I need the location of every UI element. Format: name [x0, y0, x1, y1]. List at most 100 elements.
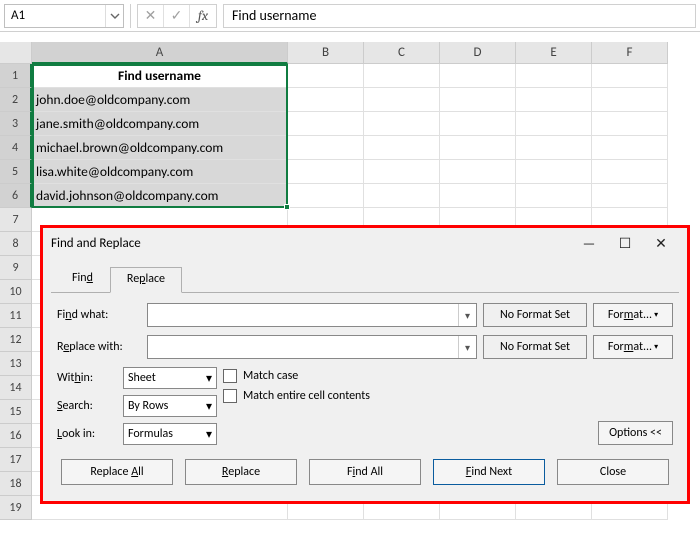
name-box-input[interactable]	[5, 5, 105, 27]
row-header[interactable]: 19	[0, 496, 32, 520]
row-5: 5 lisa.white@oldcompany.com	[0, 160, 700, 184]
row-header[interactable]: 6	[0, 184, 32, 208]
row-header[interactable]: 4	[0, 136, 32, 160]
row-header[interactable]: 5	[0, 160, 32, 184]
row-header[interactable]: 3	[0, 112, 32, 136]
col-header-A[interactable]: A	[32, 42, 288, 64]
find-next-button[interactable]: Find Next	[433, 459, 545, 485]
row-header[interactable]: 18	[0, 472, 32, 496]
cell[interactable]	[364, 88, 440, 112]
enter-icon: ✓	[164, 5, 190, 27]
within-select[interactable]: Sheet▾	[123, 367, 217, 389]
fill-handle[interactable]	[284, 204, 290, 210]
cell[interactable]	[592, 136, 668, 160]
maximize-icon[interactable]: ☐	[607, 229, 643, 257]
replace-with-field[interactable]	[148, 336, 458, 358]
tab-find[interactable]: Find	[55, 266, 110, 292]
row-header[interactable]: 7	[0, 208, 32, 232]
options-row: Within: Sheet▾ Search: By Rows▾ Look in:…	[57, 367, 673, 445]
cell[interactable]	[364, 184, 440, 208]
find-what-field[interactable]	[148, 304, 458, 326]
cell[interactable]	[440, 112, 516, 136]
row-header[interactable]: 9	[0, 256, 32, 280]
cell-A5[interactable]: lisa.white@oldcompany.com	[32, 160, 288, 184]
search-label: Search:	[57, 399, 117, 413]
name-box[interactable]	[4, 4, 124, 28]
cell[interactable]	[516, 88, 592, 112]
cell[interactable]	[592, 88, 668, 112]
titlebar[interactable]: Find and Replace — ☐ ✕	[43, 228, 687, 258]
search-select[interactable]: By Rows▾	[123, 395, 217, 417]
row-header[interactable]: 16	[0, 424, 32, 448]
replace-button[interactable]: Replace	[185, 459, 297, 485]
cell-A1[interactable]: Find username	[32, 64, 288, 88]
find-all-button[interactable]: Find All	[309, 459, 421, 485]
row-header[interactable]: 12	[0, 328, 32, 352]
find-replace-dialog: Find and Replace — ☐ ✕ Find Replace Find…	[40, 225, 690, 504]
col-header-C[interactable]: C	[364, 42, 440, 64]
name-box-dropdown-icon[interactable]	[105, 5, 123, 27]
row-header[interactable]: 11	[0, 304, 32, 328]
cell[interactable]	[288, 112, 364, 136]
cell[interactable]	[364, 160, 440, 184]
row-header[interactable]: 14	[0, 376, 32, 400]
cell[interactable]	[440, 136, 516, 160]
cell-A4[interactable]: michael.brown@oldcompany.com	[32, 136, 288, 160]
find-format-button[interactable]: Format...▾	[593, 303, 673, 327]
row-header[interactable]: 15	[0, 400, 32, 424]
row-header[interactable]: 13	[0, 352, 32, 376]
cell[interactable]	[440, 88, 516, 112]
cell[interactable]	[364, 136, 440, 160]
tab-replace[interactable]: Replace	[110, 267, 182, 293]
cell[interactable]	[364, 64, 440, 88]
col-header-E[interactable]: E	[516, 42, 592, 64]
cell[interactable]	[516, 160, 592, 184]
cell[interactable]	[516, 184, 592, 208]
cell[interactable]	[592, 160, 668, 184]
lookin-select[interactable]: Formulas▾	[123, 423, 217, 445]
row-header[interactable]: 1	[0, 64, 32, 88]
cell[interactable]	[516, 112, 592, 136]
cell[interactable]	[592, 184, 668, 208]
cell-A2[interactable]: john.doe@oldcompany.com	[32, 88, 288, 112]
cell[interactable]	[288, 64, 364, 88]
col-header-B[interactable]: B	[288, 42, 364, 64]
cell[interactable]	[364, 112, 440, 136]
match-entire-checkbox[interactable]: Match entire cell contents	[223, 389, 370, 403]
col-header-F[interactable]: F	[592, 42, 668, 64]
replace-format-button[interactable]: Format...▾	[593, 335, 673, 359]
replace-all-button[interactable]: Replace All	[61, 459, 173, 485]
cell[interactable]	[592, 112, 668, 136]
row-header[interactable]: 2	[0, 88, 32, 112]
find-what-input[interactable]: ▾	[147, 303, 477, 327]
fx-icon[interactable]: fx	[190, 5, 216, 27]
cell[interactable]	[440, 184, 516, 208]
row-header[interactable]: 17	[0, 448, 32, 472]
cell[interactable]	[288, 136, 364, 160]
cell-A6[interactable]: david.johnson@oldcompany.com	[32, 184, 288, 208]
select-all-corner[interactable]	[0, 42, 32, 64]
cell-A3[interactable]: jane.smith@oldcompany.com	[32, 112, 288, 136]
replace-with-input[interactable]: ▾	[147, 335, 477, 359]
cell[interactable]	[288, 184, 364, 208]
cell[interactable]	[516, 64, 592, 88]
dropdown-icon[interactable]: ▾	[458, 304, 476, 326]
col-header-D[interactable]: D	[440, 42, 516, 64]
close-icon[interactable]: ✕	[643, 229, 679, 257]
row-header[interactable]: 10	[0, 280, 32, 304]
close-button[interactable]: Close	[557, 459, 669, 485]
formula-bar[interactable]: Find username	[223, 4, 696, 28]
cell[interactable]	[592, 64, 668, 88]
cell[interactable]	[516, 136, 592, 160]
cell[interactable]	[288, 88, 364, 112]
replace-with-row: Replace with: ▾ No Format Set Format...▾	[57, 335, 673, 359]
options-button[interactable]: Options <<	[598, 421, 673, 445]
match-case-checkbox[interactable]: Match case	[223, 369, 370, 383]
dropdown-icon[interactable]: ▾	[458, 336, 476, 358]
cell[interactable]	[440, 64, 516, 88]
cancel-icon: ✕	[138, 5, 164, 27]
cell[interactable]	[288, 160, 364, 184]
cell[interactable]	[440, 160, 516, 184]
minimize-icon[interactable]: —	[571, 229, 607, 257]
row-header[interactable]: 8	[0, 232, 32, 256]
